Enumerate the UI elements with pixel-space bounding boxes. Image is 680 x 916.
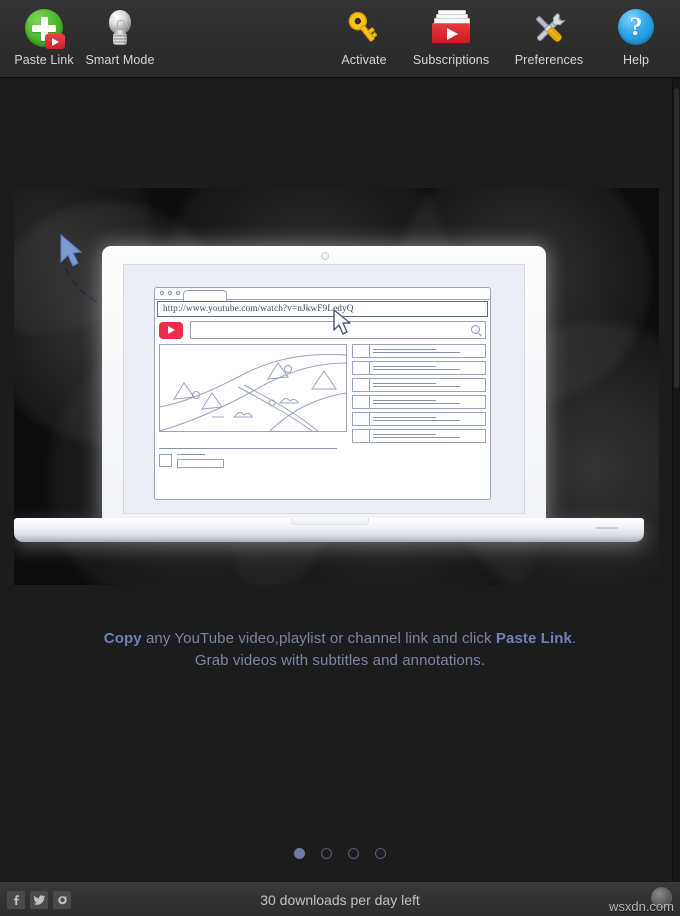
subscribe-button-placeholder[interactable] xyxy=(177,458,224,468)
caption-period: . xyxy=(571,630,577,647)
lightbulb-icon-wrap xyxy=(97,7,143,51)
toolbar-label-activate: Activate xyxy=(341,53,387,67)
pager-dot-2[interactable] xyxy=(321,848,332,859)
hero-illustration: http://www.youtube.com/watch?v=nJkwF9Led… xyxy=(14,188,659,585)
browser-mockup: http://www.youtube.com/watch?v=nJkwF9Led… xyxy=(154,287,491,500)
list-item[interactable] xyxy=(352,412,486,426)
youtube-logo-icon xyxy=(159,321,183,339)
video-title-placeholder xyxy=(159,447,337,449)
list-item[interactable] xyxy=(352,378,486,392)
tools-icon-wrap xyxy=(526,7,572,51)
thumbnail xyxy=(353,430,370,442)
suggested-videos-list xyxy=(352,344,486,443)
youtube-badge-icon xyxy=(45,34,65,49)
list-item-lines xyxy=(370,380,485,389)
paste-link-icon-wrap xyxy=(21,7,67,51)
author-lines xyxy=(177,453,224,468)
toolbar-right-group: Activate Subscriptions Preferences ? Hel… xyxy=(326,4,674,67)
main-toolbar: Paste Link Smart Mode Activate Subscript… xyxy=(0,0,680,78)
toolbar-button-smart-mode[interactable]: Smart Mode xyxy=(82,4,158,67)
toolbar-label-help: Help xyxy=(622,53,650,67)
youtube-header-row xyxy=(159,321,486,339)
laptop-base-mark xyxy=(596,527,618,529)
browser-tab xyxy=(183,290,227,301)
mouse-pointer-icon xyxy=(333,309,351,335)
browser-tabbar xyxy=(155,288,490,301)
paste-link-icon xyxy=(23,8,65,50)
landscape-sketch xyxy=(160,354,346,431)
subscriptions-icon-wrap xyxy=(428,7,474,51)
tools-icon xyxy=(535,12,566,42)
magnifier-icon xyxy=(471,325,480,334)
status-bar: 30 downloads per day left wsxdn.com xyxy=(0,881,680,916)
webcam-icon xyxy=(321,252,329,260)
caption-copy-emphasis: Copy xyxy=(103,630,142,647)
toolbar-label-paste-link: Paste Link xyxy=(14,53,74,67)
list-item-lines xyxy=(370,346,485,355)
list-item[interactable] xyxy=(352,395,486,409)
laptop-base xyxy=(14,518,644,542)
status-downloads-text: 30 downloads per day left xyxy=(260,891,420,908)
toolbar-button-help[interactable]: ? Help xyxy=(598,4,674,67)
main-stage: http://www.youtube.com/watch?v=nJkwF9Led… xyxy=(0,78,680,881)
subscriptions-box-icon xyxy=(429,8,473,50)
pager-dots xyxy=(0,848,680,859)
toolbar-left-group: Paste Link Smart Mode xyxy=(6,4,158,67)
laptop-screen: http://www.youtube.com/watch?v=nJkwF9Led… xyxy=(123,264,525,514)
app-window: Paste Link Smart Mode Activate Subscript… xyxy=(0,0,680,916)
video-player-thumbnail[interactable] xyxy=(159,344,347,432)
key-icon xyxy=(348,11,378,42)
list-item-lines xyxy=(370,363,485,372)
caption-paste-link-emphasis: Paste Link xyxy=(495,630,572,647)
video-author-row xyxy=(159,453,482,468)
thumbnail xyxy=(353,413,370,425)
thumbnail xyxy=(353,396,370,408)
toolbar-button-preferences[interactable]: Preferences xyxy=(500,4,598,67)
browser-url-text: http://www.youtube.com/watch?v=nJkwF9Led… xyxy=(163,304,354,314)
list-item[interactable] xyxy=(352,344,486,358)
question-mark-icon: ? xyxy=(615,8,657,50)
hero-caption: Copy any YouTube video,playlist or chann… xyxy=(0,628,680,672)
list-item[interactable] xyxy=(352,429,486,443)
caption-mid-text: any YouTube video,playlist or channel li… xyxy=(141,630,496,647)
video-meta-area xyxy=(159,447,486,468)
pager-dot-3[interactable] xyxy=(348,848,359,859)
browser-content xyxy=(155,317,490,468)
watermark-text: wsxdn.com xyxy=(608,899,674,914)
vertical-scrollbar-track[interactable] xyxy=(672,78,680,881)
lightbulb-icon xyxy=(99,8,141,50)
list-item[interactable] xyxy=(352,361,486,375)
toolbar-label-subscriptions: Subscriptions xyxy=(412,53,490,67)
toolbar-label-smart-mode: Smart Mode xyxy=(85,53,155,67)
arrow-cursor-icon xyxy=(60,234,83,267)
vertical-scrollbar-thumb[interactable] xyxy=(674,88,679,388)
laptop-notch xyxy=(291,518,369,525)
list-item-lines xyxy=(370,431,485,440)
help-icon-wrap: ? xyxy=(613,7,659,51)
toolbar-label-preferences: Preferences xyxy=(514,53,584,67)
laptop-lid: http://www.youtube.com/watch?v=nJkwF9Led… xyxy=(102,246,546,524)
pager-dot-1[interactable] xyxy=(294,848,305,859)
key-icon-wrap xyxy=(341,7,387,51)
caption-line-2: Grab videos with subtitles and annotatio… xyxy=(194,652,486,669)
window-controls-icon xyxy=(160,291,180,295)
laptop-illustration: http://www.youtube.com/watch?v=nJkwF9Led… xyxy=(14,246,644,542)
thumbnail xyxy=(353,379,370,391)
youtube-main-area xyxy=(159,344,486,443)
avatar xyxy=(159,453,172,467)
list-item-lines xyxy=(370,397,485,406)
caption-line-1: Copy any YouTube video,playlist or chann… xyxy=(0,628,680,650)
browser-url-bar[interactable]: http://www.youtube.com/watch?v=nJkwF9Led… xyxy=(157,301,488,317)
toolbar-button-paste-link[interactable]: Paste Link xyxy=(6,4,82,67)
pager-dot-4[interactable] xyxy=(375,848,386,859)
list-item-lines xyxy=(370,414,485,423)
thumbnail xyxy=(353,345,370,357)
toolbar-button-subscriptions[interactable]: Subscriptions xyxy=(402,4,500,67)
toolbar-button-activate[interactable]: Activate xyxy=(326,4,402,67)
thumbnail xyxy=(353,362,370,374)
